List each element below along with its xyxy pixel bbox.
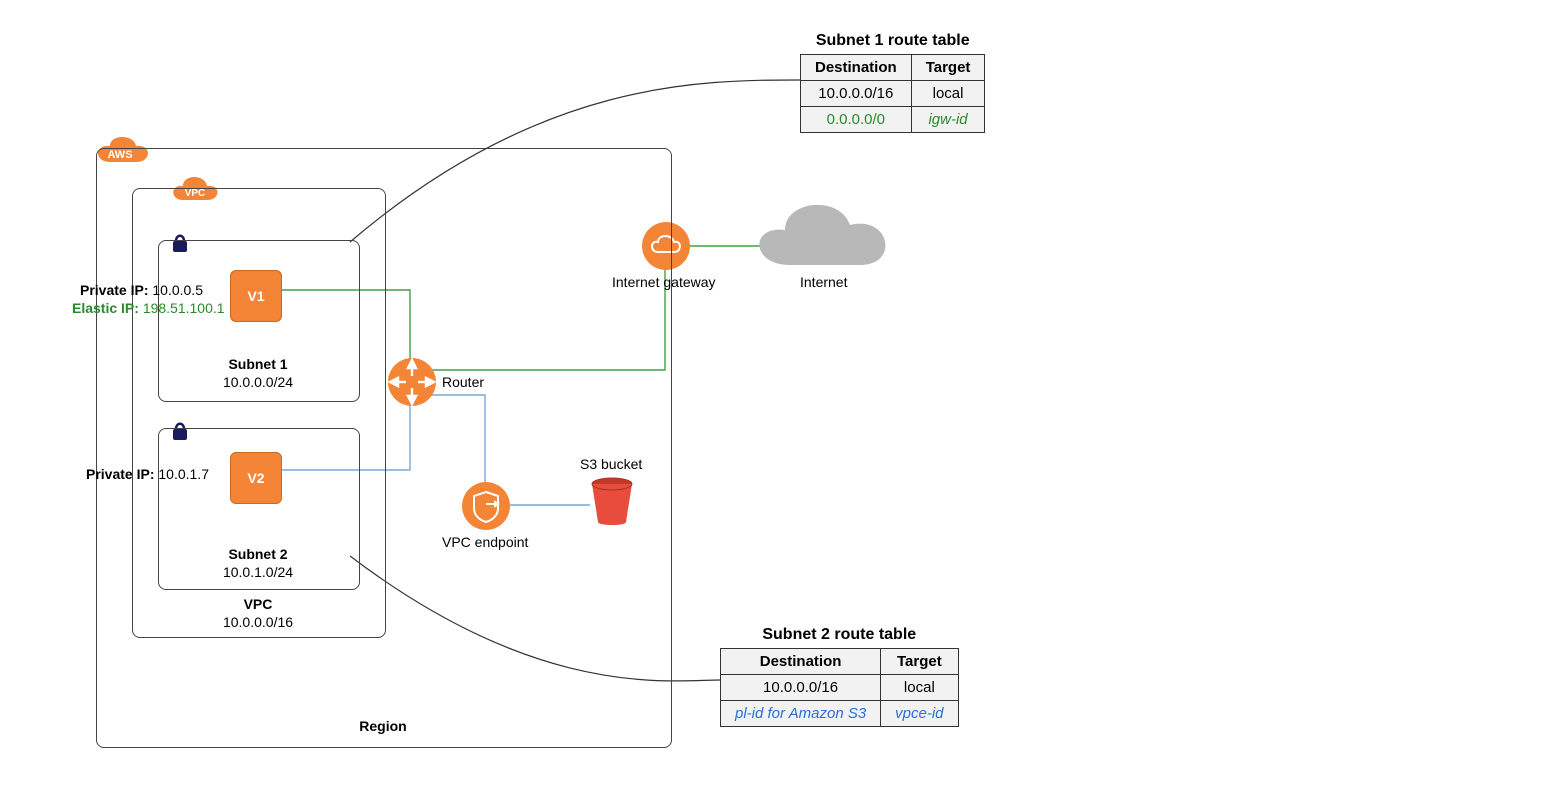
route-table-1-caption: Subnet 1 route table <box>800 32 985 54</box>
vpce-label: VPC endpoint <box>442 534 528 550</box>
rt1-h-dest: Destination <box>801 55 912 81</box>
instance-v1: V1 <box>230 270 282 322</box>
table-row: 10.0.0.0/16 local <box>801 81 985 107</box>
v1-private-ip: Private IP: 10.0.0.5 <box>80 282 203 298</box>
internet-cloud-icon <box>759 205 885 265</box>
internet-label: Internet <box>800 274 847 290</box>
vpc-cidr: 10.0.0.0/16 <box>132 614 384 630</box>
table-row: 0.0.0.0/0 igw-id <box>801 107 985 133</box>
table-header-row: Destination Target <box>801 55 985 81</box>
igw-label: Internet gateway <box>612 274 716 290</box>
route-table-2: Subnet 2 route table Destination Target … <box>720 626 959 727</box>
table-row: pl-id for Amazon S3 vpce-id <box>721 701 959 727</box>
table-row: 10.0.0.0/16 local <box>721 675 959 701</box>
router-label: Router <box>442 374 484 390</box>
rt2-h-target: Target <box>881 649 958 675</box>
rt1-h-target: Target <box>911 55 985 81</box>
table-header-row: Destination Target <box>721 649 959 675</box>
vpc-title: VPC <box>132 596 384 612</box>
route-table-1: Subnet 1 route table Destination Target … <box>800 32 985 133</box>
subnet2-cidr: 10.0.1.0/24 <box>158 564 358 580</box>
instance-v2: V2 <box>230 452 282 504</box>
region-label: Region <box>96 718 670 734</box>
subnet2-title: Subnet 2 <box>158 546 358 562</box>
subnet1-cidr: 10.0.0.0/24 <box>158 374 358 390</box>
s3-label: S3 bucket <box>580 456 642 472</box>
subnet1-title: Subnet 1 <box>158 356 358 372</box>
route-table-2-caption: Subnet 2 route table <box>720 626 959 648</box>
rt2-h-dest: Destination <box>721 649 881 675</box>
v1-elastic-ip: Elastic IP: 198.51.100.1 <box>72 300 225 316</box>
v2-private-ip: Private IP: 10.0.1.7 <box>86 466 209 482</box>
